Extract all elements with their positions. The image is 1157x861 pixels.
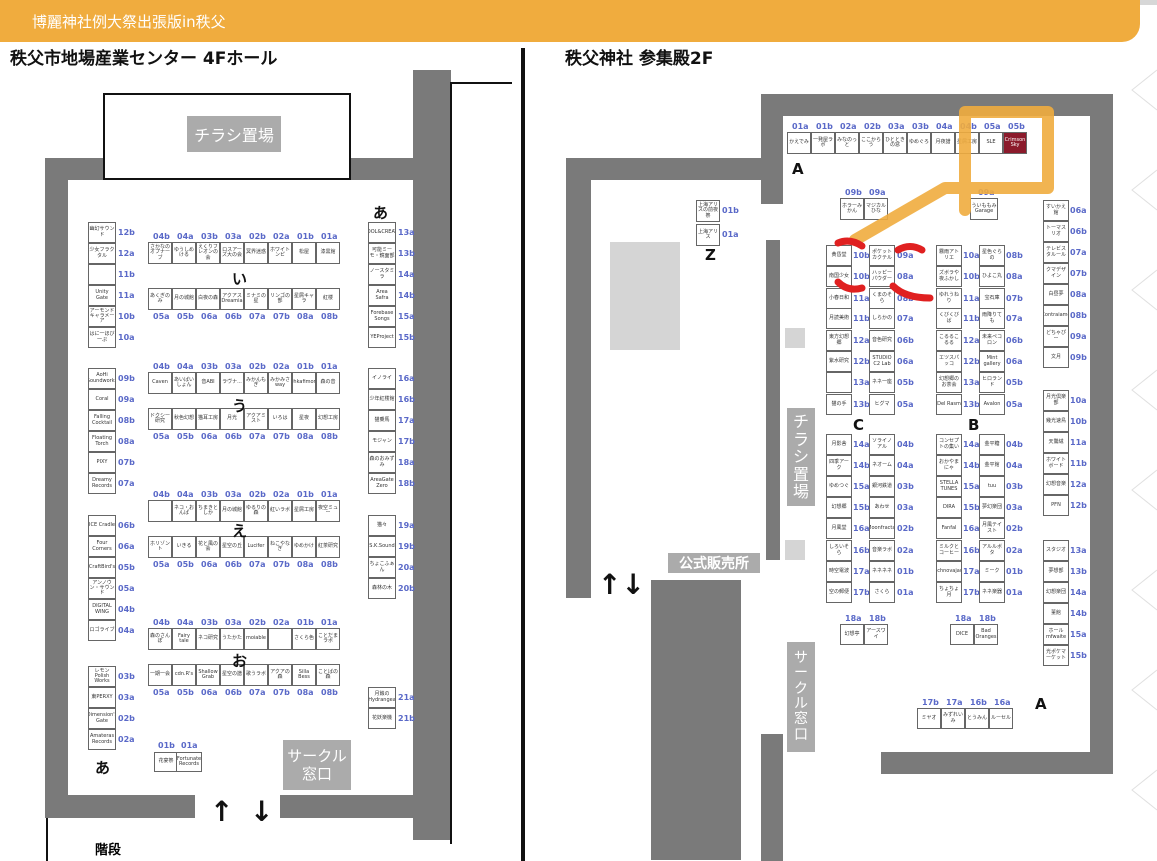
- orange-highlight-stroke: [849, 106, 1054, 246]
- annotation-overlay: [834, 106, 1054, 302]
- red-mark-3: [834, 278, 866, 293]
- red-mark-1: [834, 237, 866, 250]
- red-mark-2: [894, 243, 926, 254]
- red-mark-4: [889, 282, 934, 302]
- side-decoration: [1131, 69, 1157, 811]
